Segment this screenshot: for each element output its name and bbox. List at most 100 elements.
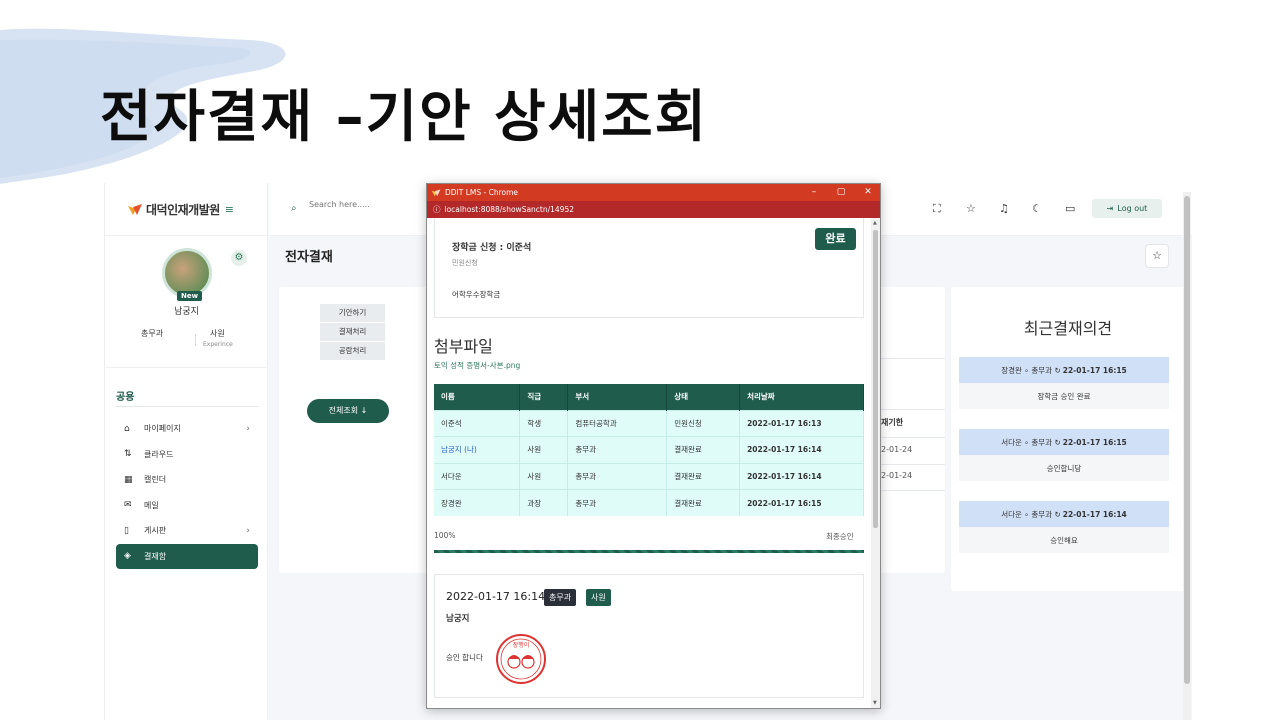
star-icon: ☆ xyxy=(1152,249,1162,262)
logo[interactable]: 대덕인재개발원 ≡ xyxy=(105,183,267,236)
minimize-icon[interactable]: – xyxy=(801,184,827,201)
sidebar-item-mypage[interactable]: ⌂ 마이페이지 › xyxy=(116,416,258,442)
sidebar-item-cloud[interactable]: ⇅ 클라우드 xyxy=(116,442,258,468)
cell-name: 장경완 xyxy=(434,489,521,516)
book-icon: ▯ xyxy=(124,525,129,536)
window-titlebar: DDIT LMS - Chrome – ▢ ✕ xyxy=(427,184,880,201)
attachments-title: 첨부파일 xyxy=(434,337,493,356)
star-icon[interactable]: ☆ xyxy=(966,202,976,215)
scroll-thumb[interactable] xyxy=(1184,196,1190,684)
chevron-right-icon: › xyxy=(246,423,250,434)
opinion-time: 22-01-17 16:14 xyxy=(1062,509,1127,519)
column-header: 부서 xyxy=(567,384,668,410)
sidebar-item-board[interactable]: ▯ 게시판 › xyxy=(116,518,258,544)
calendar-icon: ▦ xyxy=(124,474,133,485)
sidebar-item-approval[interactable]: ◈ 결재함 xyxy=(116,543,258,569)
cell-date: 2022-01-17 16:15 xyxy=(739,489,864,516)
bg-date: 2-01-24 xyxy=(881,445,913,454)
sidebar-item-label: 캘린더 xyxy=(144,475,167,485)
column-header: 처리날짜 xyxy=(739,384,864,410)
divider xyxy=(879,409,945,410)
fullscreen-icon[interactable]: ⛶ xyxy=(933,202,941,216)
mail-icon: ✉ xyxy=(124,500,132,511)
request-box: 장학금 신청 : 이준석 민원신청 어학우수장학금 완료 xyxy=(434,218,864,318)
column-header: 이름 xyxy=(434,384,521,410)
page-title: 전자결재 xyxy=(285,250,333,265)
type-draft[interactable]: 기안하기 xyxy=(320,304,385,322)
stamp-text: 장행이 xyxy=(513,641,530,649)
column-header: 상태 xyxy=(666,384,741,410)
opinion-text: 승인해요 xyxy=(959,527,1169,553)
address-bar[interactable]: ⓘ localhost:8088/showSanctn/14952 xyxy=(427,201,880,218)
bg-column-header: 재기한 xyxy=(881,418,904,427)
box-icon: ◈ xyxy=(124,551,131,562)
popup-content: 장학금 신청 : 이준석 민원신청 어학우수장학금 완료 첨부파일 토익 성적 … xyxy=(427,218,872,708)
profile: New ⚙ 남궁지 총무과 사원 Experince xyxy=(105,236,267,368)
request-title: 장학금 신청 : 이준석 xyxy=(452,243,532,253)
opinion-card: 2022-01-17 16:14 총무과 사원 남궁지 승인 합니다 장행이 xyxy=(434,574,864,698)
attachment-link[interactable]: 토익 성적 증명서-사본.png xyxy=(434,360,520,371)
cell-name: 이준석 xyxy=(434,409,521,437)
slide: 전자결재 –기안 상세조회 대덕인재개발원 ≡ New ⚙ 남궁지 총무과 사원… xyxy=(0,0,1280,720)
sidebar-item-label: 결재함 xyxy=(144,551,167,561)
scroll-down-icon[interactable]: ▼ xyxy=(873,700,877,706)
scroll-thumb[interactable] xyxy=(873,230,878,528)
logout-label: Log out xyxy=(1117,204,1148,213)
sidebar-item-mail[interactable]: ✉ 메일 xyxy=(116,493,258,519)
cell-rank: 사원 xyxy=(519,462,569,490)
opinion-text: 장학금 승인 완료 xyxy=(959,383,1169,409)
cell-status: 민원신청 xyxy=(666,409,741,437)
table-row: 이준석 학생 컴퓨터공학과 민원신청 2022-01-17 16:13 xyxy=(434,409,864,437)
sidebar-item-label: 게시판 xyxy=(144,526,167,536)
sidebar-item-label: 클라우드 xyxy=(144,449,174,459)
menu-toggle-icon[interactable]: ≡ xyxy=(225,203,234,216)
opinion-header: 서다운 ∘ 총무과 ↻ 22-01-17 16:15 xyxy=(959,429,1169,455)
popup-scrollbar[interactable]: ▲ ▼ xyxy=(871,218,880,708)
table-row: 남궁지 (나) 사원 총무과 결재완료 2022-01-17 16:14 xyxy=(434,436,864,463)
cell-dept: 총무과 xyxy=(567,436,668,463)
cell-status: 결재완료 xyxy=(666,489,741,516)
dept-badge: 총무과 xyxy=(544,589,577,606)
opinion-date: 2022-01-17 16:14 xyxy=(446,590,546,603)
scroll-up-icon[interactable]: ▲ xyxy=(873,220,877,226)
type-list: 기안하기 결재처리 공람처리 xyxy=(320,304,385,361)
logout-icon: ⇥ xyxy=(1106,204,1114,213)
search-input[interactable] xyxy=(309,200,429,209)
view-all-button[interactable]: 전체조회 ↓ xyxy=(307,399,389,423)
info-icon: ⓘ xyxy=(433,205,441,214)
gear-icon[interactable]: ⚙ xyxy=(231,250,247,266)
new-badge: New xyxy=(177,291,203,301)
page-scrollbar[interactable] xyxy=(1183,192,1191,720)
opinion-author: 서다운 ∘ 총무과 ↻ xyxy=(1001,509,1061,519)
column-header: 직급 xyxy=(519,384,569,410)
cloud-transfer-icon: ⇅ xyxy=(124,449,132,460)
divider xyxy=(879,437,945,438)
maximize-icon[interactable]: ▢ xyxy=(828,184,854,201)
slide-title: 전자결재 –기안 상세조회 xyxy=(100,85,709,150)
logo-text: 대덕인재개발원 xyxy=(146,202,220,217)
opinion-time: 22-01-17 16:15 xyxy=(1062,437,1127,447)
sidebar-item-calendar[interactable]: ▦ 캘린더 xyxy=(116,467,258,493)
divider xyxy=(195,334,196,346)
cell-status: 결재완료 xyxy=(666,462,741,490)
cell-date: 2022-01-17 16:14 xyxy=(739,462,864,490)
type-process[interactable]: 결재처리 xyxy=(320,323,385,341)
chat-icon[interactable]: ▭ xyxy=(1065,202,1075,215)
status-badge: 완료 xyxy=(815,228,856,250)
recent-title: 최근결재의견 xyxy=(1023,319,1113,338)
popup-window: DDIT LMS - Chrome – ▢ ✕ ⓘ localhost:8088… xyxy=(426,183,881,709)
table-header-row: 이름 직급 부서 상태 처리날짜 xyxy=(434,384,864,410)
type-circulate[interactable]: 공람처리 xyxy=(320,342,385,360)
url-text: localhost:8088/showSanctn/14952 xyxy=(444,205,575,214)
opinion-text: 승인 합니다 xyxy=(446,653,483,662)
home-icon: ⌂ xyxy=(124,423,130,434)
approval-line-table: 이름 직급 부서 상태 처리날짜 이준석 학생 컴퓨터공학과 민원신청 2022… xyxy=(434,384,864,516)
request-body: 어학우수장학금 xyxy=(452,290,501,299)
profile-rank-sub: Experince xyxy=(203,341,233,348)
moon-icon[interactable]: ☾ xyxy=(1032,202,1042,215)
favorite-button[interactable]: ☆ xyxy=(1145,244,1169,268)
logout-button[interactable]: ⇥ Log out xyxy=(1092,199,1162,218)
progress-fill xyxy=(434,550,864,553)
close-icon[interactable]: ✕ xyxy=(855,184,880,201)
bell-icon[interactable]: ♫ xyxy=(999,202,1009,215)
